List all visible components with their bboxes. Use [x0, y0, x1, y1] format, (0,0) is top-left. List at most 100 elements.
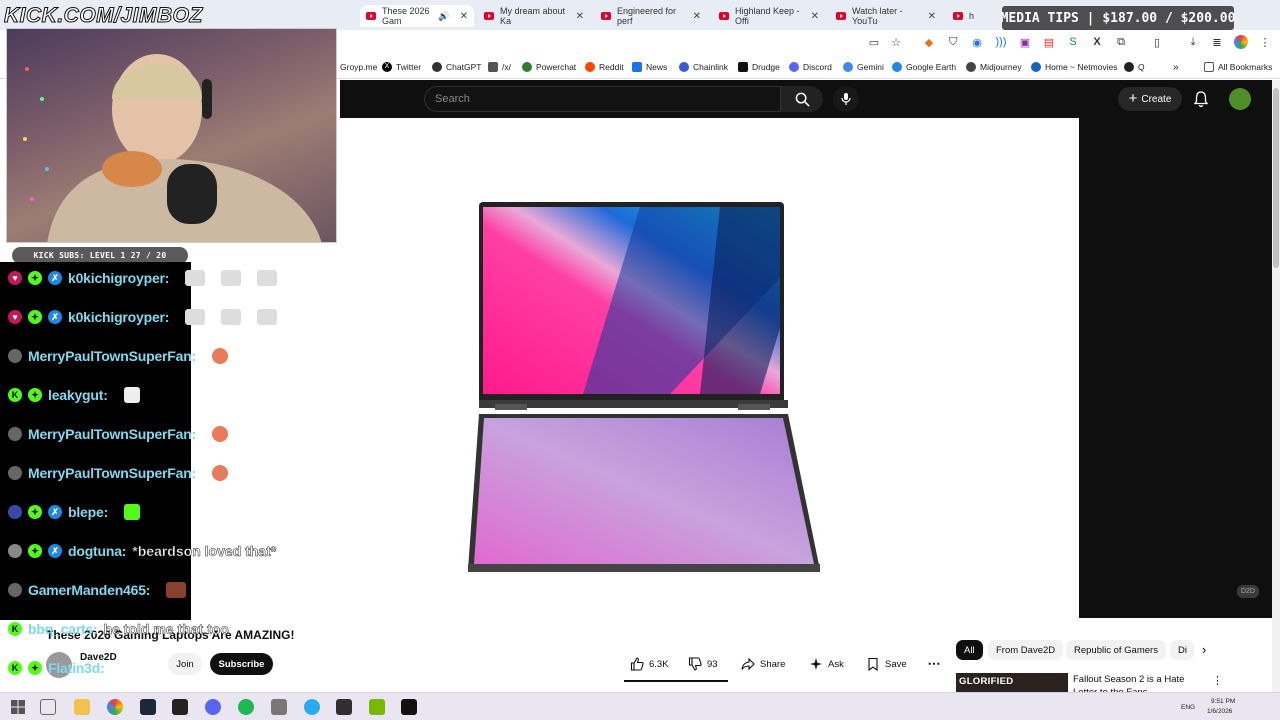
streamer-figure	[23, 54, 322, 242]
like-button[interactable]: 6.3K	[630, 653, 669, 675]
chip-partial[interactable]: Di	[1170, 640, 1194, 660]
bookmark-discord[interactable]: Discord	[789, 60, 832, 74]
shield-icon[interactable]: ⛉	[946, 35, 960, 49]
search-button[interactable]	[781, 86, 823, 112]
bookmark-q[interactable]: Q	[1124, 60, 1145, 74]
join-button[interactable]: Join	[168, 653, 202, 675]
voice-search-button[interactable]	[833, 86, 859, 112]
metamask-icon[interactable]: ◆	[922, 35, 936, 49]
chrome-profile-icon[interactable]	[1234, 35, 1248, 49]
bookmark-gemini[interactable]: Gemini	[843, 60, 884, 74]
more-actions-icon[interactable]: ⋯	[924, 653, 944, 675]
bookmark-news[interactable]: News	[632, 60, 667, 74]
puzzle-icon[interactable]: ⧉	[1114, 35, 1128, 49]
tab-watch-later[interactable]: Watch later - YouTu ✕	[830, 5, 942, 27]
channel-watermark[interactable]: D2D	[1237, 585, 1259, 598]
app-dark-icon[interactable]	[401, 699, 417, 715]
subscribe-button[interactable]: Subscribe	[210, 653, 273, 675]
language-indicator[interactable]: ENG	[1181, 704, 1195, 711]
chip-republic-of-gamers[interactable]: Republic of Gamers	[1066, 640, 1166, 660]
chat-message: MerryPaulTownSuperFan:	[8, 462, 229, 484]
bookmark-netmovies[interactable]: Home ~ Netmovies	[1031, 60, 1118, 74]
recommendation-menu-icon[interactable]: ⋮	[1212, 674, 1223, 687]
tab-active[interactable]: These 2026 Gam 🔊 ✕	[360, 5, 474, 27]
share-button[interactable]: Share	[741, 653, 785, 675]
telegram-icon[interactable]	[304, 699, 320, 715]
tab-close-icon[interactable]: ✕	[811, 11, 819, 22]
discord-taskbar-icon[interactable]	[205, 699, 221, 715]
extension-green-icon[interactable]: S	[1066, 35, 1080, 49]
bookmark-powerchat[interactable]: Powerchat	[522, 60, 576, 74]
chip-all[interactable]: All	[956, 640, 983, 660]
emote-icon	[257, 309, 278, 325]
save-button[interactable]: Save	[866, 653, 907, 675]
bookmark-twitter[interactable]: X Twitter	[382, 60, 421, 74]
dislike-button[interactable]: 93	[688, 653, 718, 675]
emote-icon	[257, 270, 278, 286]
search-icon	[795, 92, 810, 107]
extension-blue-icon[interactable]: ◉	[970, 35, 984, 49]
midjourney-icon	[966, 62, 976, 72]
tab-partial[interactable]: h	[947, 5, 987, 27]
tab-close-icon[interactable]: ✕	[576, 11, 584, 22]
task-view-icon[interactable]	[40, 699, 56, 715]
chrome-taskbar-icon[interactable]	[107, 699, 123, 715]
steam-icon[interactable]	[140, 699, 156, 715]
cast-icon[interactable]: ▭	[867, 35, 881, 49]
share-arrow-icon	[741, 657, 755, 671]
tab-close-icon[interactable]: ✕	[460, 11, 468, 22]
scrollbar-thumb[interactable]	[1273, 88, 1279, 268]
clock-time[interactable]: 9:51 PM	[1211, 698, 1235, 705]
bookmark-groyp[interactable]: Groyp.me	[340, 60, 377, 74]
search-input[interactable]: Search	[424, 86, 781, 112]
reddit-icon	[585, 62, 595, 72]
create-label: Create	[1141, 93, 1172, 105]
tab-label: Highland Keep - Offi	[735, 6, 800, 26]
spotify-icon[interactable]	[238, 699, 254, 715]
tab-dream[interactable]: My dream about Ka ✕	[478, 5, 590, 27]
sidepanel-icon[interactable]: ▯	[1150, 35, 1164, 49]
grid-icon	[488, 62, 498, 72]
chip-from-dave2d[interactable]: From Dave2D	[988, 640, 1064, 660]
reading-list-icon[interactable]: ≣	[1210, 35, 1224, 49]
menu-dots-icon[interactable]: ⋮	[1258, 35, 1272, 49]
tab-highland[interactable]: Highland Keep - Offi ✕	[713, 5, 825, 27]
bookmark-google-earth[interactable]: Google Earth	[892, 60, 956, 74]
nvidia-icon[interactable]	[369, 699, 385, 715]
kick-badge-icon: K	[8, 661, 22, 675]
bookmark-label: Google Earth	[906, 62, 957, 72]
x-extension-icon[interactable]: X	[1090, 35, 1104, 49]
kick-badge-icon: K	[8, 388, 22, 402]
bookmark-chainlink[interactable]: Chainlink	[679, 60, 728, 74]
tab-close-icon[interactable]: ✕	[928, 11, 936, 22]
terminal-icon[interactable]	[172, 699, 188, 715]
bookmark-drudge[interactable]: Drudge	[738, 60, 780, 74]
extension-purple-icon[interactable]: ▣	[1018, 35, 1032, 49]
bookmarks-overflow-icon[interactable]: »	[1173, 60, 1179, 74]
bookmark-chatgpt[interactable]: ChatGPT	[432, 60, 481, 74]
tab-close-icon[interactable]: ✕	[693, 11, 701, 22]
wave-icon[interactable]: )))	[994, 35, 1008, 49]
kick-badge-icon: K	[8, 622, 22, 636]
bookmark-label: /x/	[502, 62, 511, 72]
obs-icon[interactable]	[336, 699, 352, 715]
bookmark-midjourney[interactable]: Midjourney	[966, 60, 1022, 74]
windows-start-icon[interactable]	[10, 699, 26, 715]
all-bookmarks[interactable]: All Bookmarks	[1204, 60, 1272, 74]
file-explorer-icon[interactable]	[74, 699, 90, 715]
app-icon[interactable]	[271, 699, 287, 715]
tab-engineered[interactable]: Engineered for perf ✕	[595, 5, 707, 27]
profile-avatar[interactable]	[1229, 88, 1251, 110]
clock-date[interactable]: 1/6/2026	[1207, 708, 1232, 715]
ask-button[interactable]: Ask	[809, 653, 844, 675]
extension-red-icon[interactable]: ▤	[1042, 35, 1056, 49]
create-button[interactable]: + Create	[1118, 87, 1182, 111]
bookmark-star-icon[interactable]: ☆	[889, 35, 903, 49]
bookmark-x[interactable]: /x/	[488, 60, 511, 74]
audio-icon[interactable]: 🔊	[438, 11, 449, 22]
chevron-right-icon[interactable]: ›	[1202, 642, 1206, 657]
notifications-bell-icon[interactable]	[1192, 90, 1210, 108]
bookmark-reddit[interactable]: Reddit	[585, 60, 624, 74]
video-player[interactable]	[340, 118, 1079, 618]
download-icon[interactable]: ⤓	[1186, 35, 1200, 49]
